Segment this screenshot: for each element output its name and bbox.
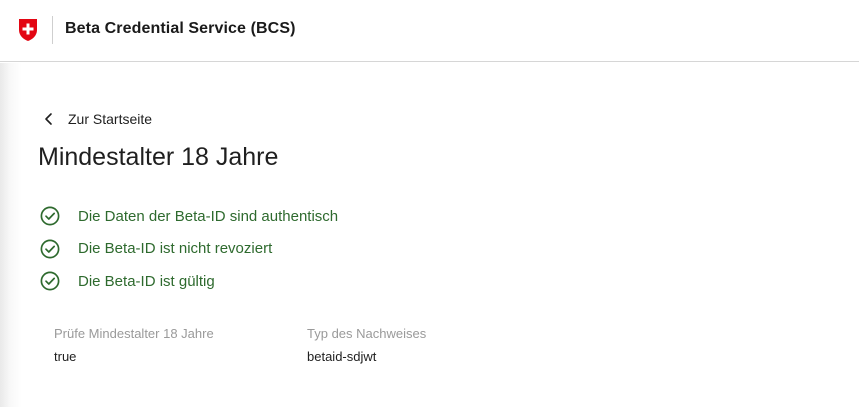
check-circle-icon [40,239,60,258]
check-item-authentic: Die Daten der Beta-ID sind authentisch [40,205,338,227]
check-text: Die Beta-ID ist nicht revoziert [78,240,273,257]
check-text: Die Beta-ID ist gültig [78,272,215,290]
field-value: true [54,349,77,364]
page-title: Mindestalter 18 Jahre [38,143,279,171]
app-header: Beta Credential Service (BCS) [0,0,859,62]
field-value: betaid-sdjwt [307,349,377,364]
back-link-label: Zur Startseite [68,111,153,127]
field-min-age: Prüfe Mindestalter 18 Jahre true [54,326,307,364]
chevron-left-icon [45,113,52,125]
credential-fields: Prüfe Mindestalter 18 Jahre true Typ des… [54,326,560,364]
check-text: Die Daten der Beta-ID sind authentisch [78,207,339,225]
main-content: Zur Startseite Mindestalter 18 Jahre Die… [0,63,859,407]
field-label: Typ des Nachweises [307,326,427,341]
field-credential-type: Typ des Nachweises betaid-sdjwt [307,326,560,364]
header-divider [52,16,53,44]
app-title: Beta Credential Service (BCS) [65,20,296,37]
swiss-shield-icon[interactable] [18,18,38,42]
back-to-home-link[interactable]: Zur Startseite [42,111,152,127]
check-item-not-revoked: Die Beta-ID ist nicht revoziert [40,238,338,260]
check-circle-icon [40,206,60,226]
field-label: Prüfe Mindestalter 18 Jahre [54,326,214,341]
verification-checks: Die Daten der Beta-ID sind authentisch D… [40,205,338,303]
check-circle-icon [40,271,60,291]
check-item-valid: Die Beta-ID ist gültig [40,270,338,292]
